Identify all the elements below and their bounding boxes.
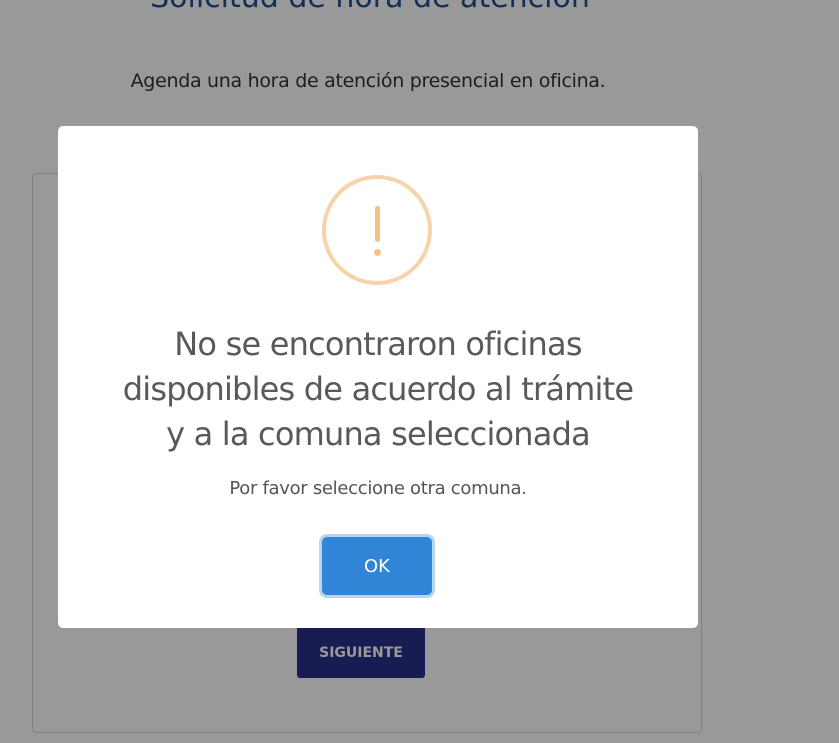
warning-icon [322,175,432,285]
dialog-title-line: No se encontraron oficinas [174,325,582,363]
dialog-message: Por favor seleccione otra comuna. [229,478,527,499]
warning-icon-bar [374,206,380,242]
alert-dialog: No se encontraron oficinas disponibles d… [58,126,698,628]
ok-button[interactable]: OK [322,537,432,595]
warning-icon-dot [373,249,381,256]
dialog-title-line: disponibles de acuerdo al trámite [122,370,634,408]
dialog-title-line: y a la comuna seleccionada [166,415,591,453]
dialog-title: No se encontraron oficinas disponibles d… [78,322,678,457]
page: Solicitud de hora de atención Agenda una… [0,0,839,743]
